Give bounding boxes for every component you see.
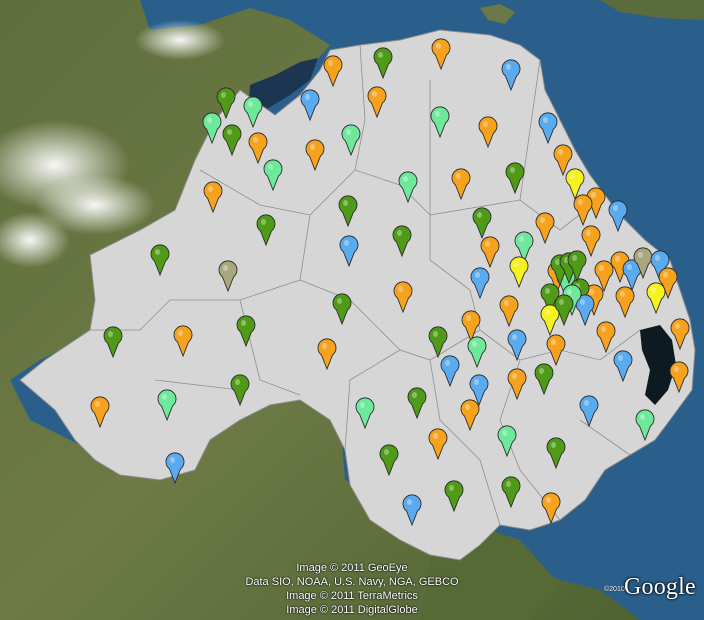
attribution-line: Data SIO, NOAA, U.S. Navy, NGA, GEBCO [245, 576, 459, 588]
logo-copyright: ©2010 [604, 586, 625, 593]
satellite-map[interactable]: Image © 2011 GeoEye Data SIO, NOAA, U.S.… [0, 0, 704, 620]
attribution-line: Image © 2011 TerraMetrics [286, 590, 418, 602]
logo-wordmark: Google [624, 574, 696, 600]
attribution-line: Image © 2011 DigitalGlobe [286, 604, 418, 616]
map-canvas[interactable] [0, 0, 704, 620]
attribution-line: Image © 2011 GeoEye [296, 562, 408, 574]
cloud [135, 20, 225, 60]
